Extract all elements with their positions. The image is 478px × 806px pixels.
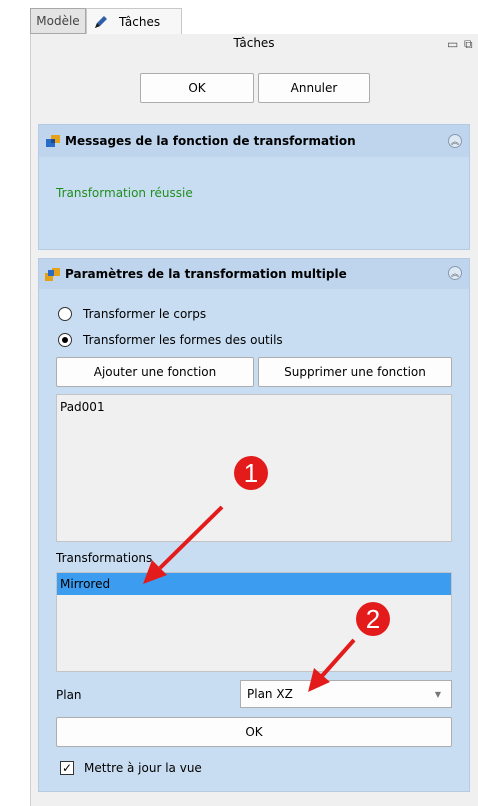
annotation-arrow-1: [158, 505, 224, 570]
annotation-marker-1: 1: [234, 456, 268, 490]
annotation-arrow-2: [320, 638, 356, 678]
annotation-marker-2: 2: [356, 602, 390, 636]
annotation-arrows: [143, 505, 356, 692]
